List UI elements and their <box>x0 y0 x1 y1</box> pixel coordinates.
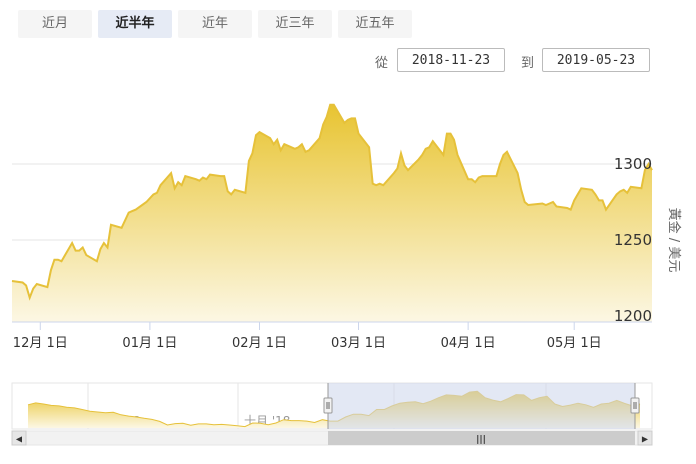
range-button-3y[interactable]: 近三年 <box>258 10 332 38</box>
y-tick-label: 1250 <box>614 231 652 249</box>
price-area <box>12 104 652 322</box>
range-button-5y[interactable]: 近五年 <box>338 10 412 38</box>
scrollbar-grip-icon: ||| <box>476 435 486 445</box>
navigator: 七月 '18十月 '18一月 '19四月 '19 ||| ◀ ▶ <box>11 382 653 446</box>
x-tick-label: 05月 1日 <box>547 336 602 351</box>
x-tick-label: 01月 1日 <box>122 336 177 351</box>
x-tick-label: 03月 1日 <box>331 336 386 351</box>
price-chart: 12月 1日 01月 1日 02月 1日 03月 1日 04月 1日 05月 1日 120… <box>11 103 682 351</box>
range-button-6m[interactable]: 近半年 <box>98 10 172 38</box>
range-button-1m[interactable]: 近月 <box>18 10 92 38</box>
x-tick-label: 12月 1日 <box>13 336 68 351</box>
y-tick-label: 1200 <box>614 307 652 325</box>
navigator-handle-left[interactable] <box>323 397 333 414</box>
navigator-handle-right[interactable] <box>630 397 640 414</box>
arrow-left-icon: ◀ <box>16 435 23 444</box>
range-button-1y[interactable]: 近年 <box>178 10 252 38</box>
x-tick-label: 02月 1日 <box>232 336 287 351</box>
date-from-input[interactable] <box>397 48 505 72</box>
date-to-input[interactable] <box>542 48 650 72</box>
date-to-label: 到 <box>521 56 535 71</box>
arrow-right-icon: ▶ <box>642 435 649 444</box>
y-axis-title: 黃金 / 美元 <box>666 208 682 273</box>
x-tick-label: 04月 1日 <box>441 336 496 351</box>
scrollbar: ||| ◀ ▶ <box>11 430 653 446</box>
date-from-label: 從 <box>375 56 389 71</box>
navigator-selection[interactable] <box>328 383 635 429</box>
x-axis: 12月 1日 01月 1日 02月 1日 03月 1日 04月 1日 05月 1日 <box>13 322 602 351</box>
y-tick-label: 1300 <box>614 155 652 173</box>
